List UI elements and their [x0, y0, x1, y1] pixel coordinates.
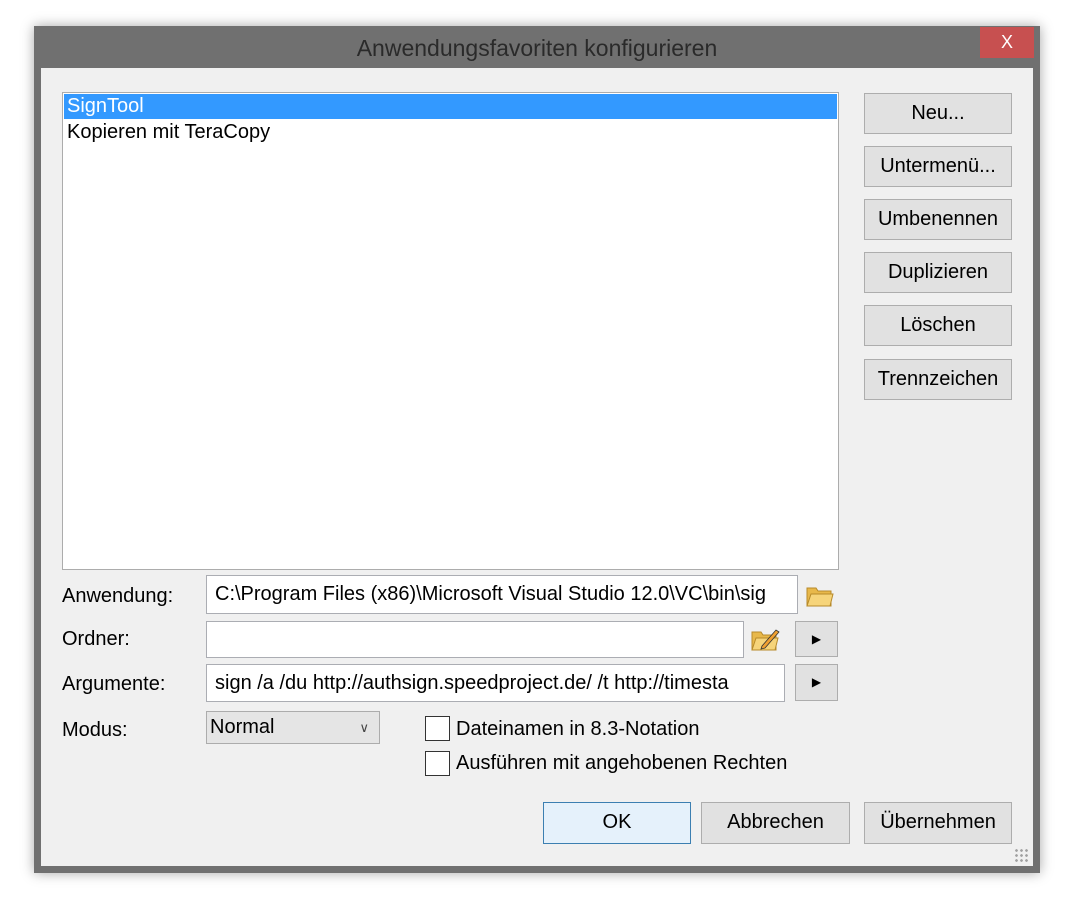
mode-value: Normal: [210, 716, 275, 738]
arguments-input[interactable]: sign /a /du http://authsign.speedproject…: [206, 664, 785, 702]
application-input[interactable]: C:\Program Files (x86)\Microsoft Visual …: [206, 575, 798, 614]
application-label: Anwendung:: [62, 585, 174, 607]
resize-grip-icon[interactable]: [1014, 848, 1028, 862]
favorites-list[interactable]: SignTool Kopieren mit TeraCopy: [62, 92, 839, 570]
folder-label: Ordner:: [62, 628, 130, 650]
cancel-button[interactable]: Abbrechen: [701, 802, 850, 844]
folder-browse-icon[interactable]: [805, 582, 835, 608]
delete-button[interactable]: Löschen: [864, 305, 1012, 346]
chevron-down-icon: ∨: [359, 720, 369, 735]
short-filenames-label: Dateinamen in 8.3-Notation: [456, 718, 700, 740]
run-elevated-checkbox[interactable]: [425, 751, 450, 776]
folder-input[interactable]: [206, 621, 744, 658]
new-button[interactable]: Neu...: [864, 93, 1012, 134]
apply-button[interactable]: Übernehmen: [864, 802, 1012, 844]
folder-menu-arrow-button[interactable]: ▶: [795, 621, 838, 657]
short-filenames-checkbox[interactable]: [425, 716, 450, 741]
duplicate-button[interactable]: Duplizieren: [864, 252, 1012, 293]
run-elevated-label: Ausführen mit angehobenen Rechten: [456, 752, 788, 774]
submenu-button[interactable]: Untermenü...: [864, 146, 1012, 187]
window-title: Anwendungsfavoriten konfigurieren: [356, 35, 718, 61]
separator-button[interactable]: Trennzeichen: [864, 359, 1012, 400]
mode-select[interactable]: Normal ∨: [206, 711, 380, 744]
mode-label: Modus:: [62, 719, 128, 741]
folder-edit-icon[interactable]: [750, 626, 780, 652]
ok-button[interactable]: OK: [543, 802, 691, 844]
list-item[interactable]: SignTool: [64, 94, 837, 119]
arguments-label: Argumente:: [62, 673, 166, 695]
list-item[interactable]: Kopieren mit TeraCopy: [64, 120, 837, 145]
arguments-menu-arrow-button[interactable]: ▶: [795, 664, 838, 701]
close-button[interactable]: X: [980, 27, 1034, 58]
rename-button[interactable]: Umbenennen: [864, 199, 1012, 240]
